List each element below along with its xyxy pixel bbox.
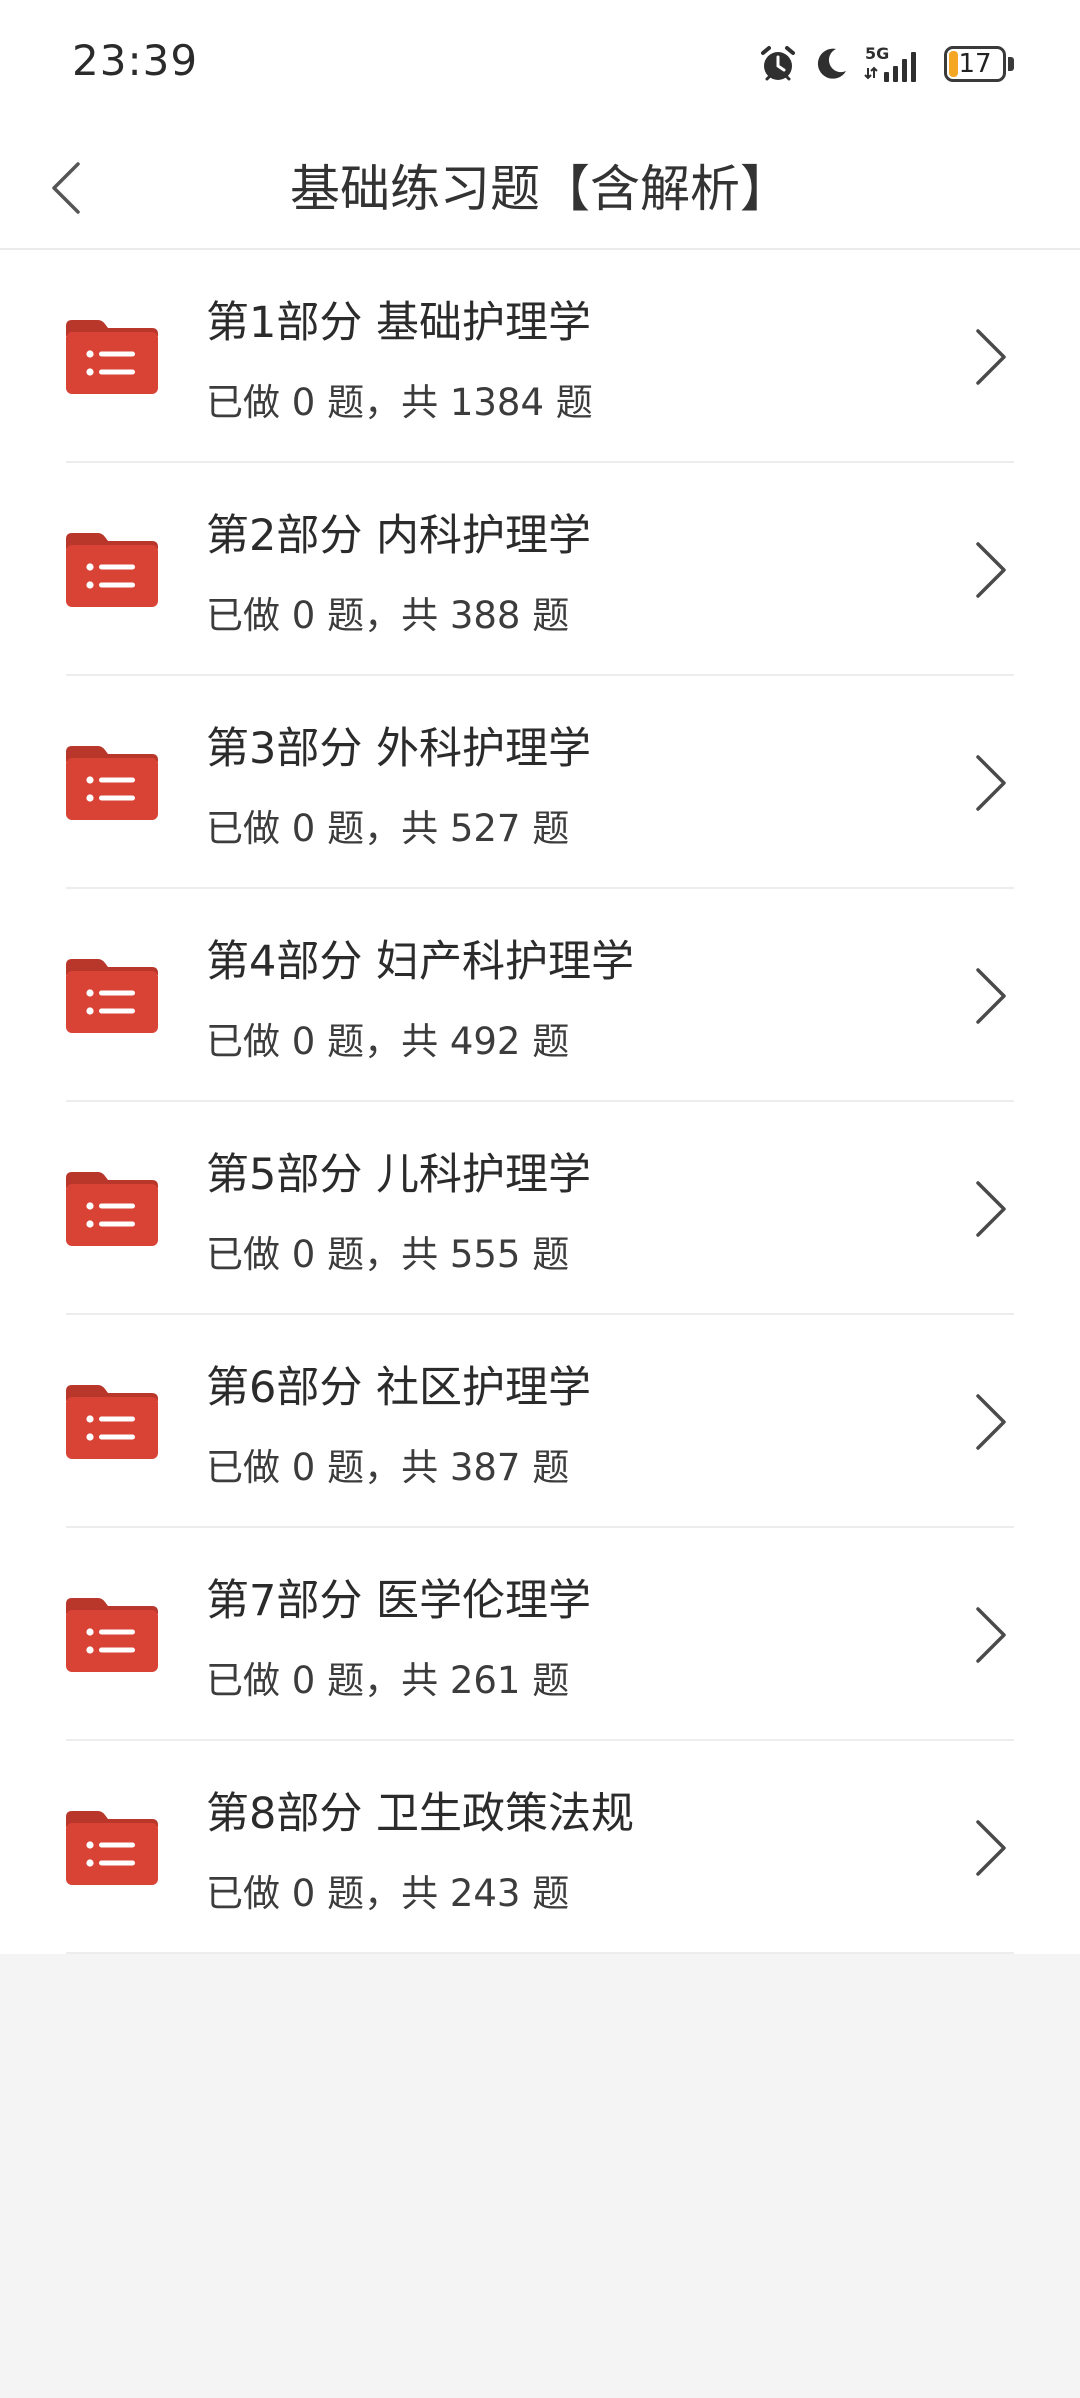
folder-list-icon (66, 1385, 158, 1459)
section-title: 第1部分 基础护理学 (206, 298, 592, 348)
section-progress: 已做 0 题，共 555 题 (206, 1233, 570, 1276)
section-list: 第1部分 基础护理学 已做 0 题，共 1384 题 第2部分 内科护理学 已做… (0, 250, 1080, 1954)
chevron-right-icon (976, 1181, 1006, 1237)
folder-list-icon (66, 533, 158, 607)
section-list-item[interactable]: 第8部分 卫生政策法规 已做 0 题，共 243 题 (0, 1741, 1080, 1954)
chevron-right-icon (976, 1820, 1006, 1876)
section-list-item[interactable]: 第1部分 基础护理学 已做 0 题，共 1384 题 (0, 250, 1080, 463)
section-progress: 已做 0 题，共 492 题 (206, 1020, 570, 1063)
alarm-icon (761, 46, 795, 81)
section-progress: 已做 0 题，共 1384 题 (206, 381, 593, 424)
section-title: 第2部分 内科护理学 (206, 511, 592, 561)
chevron-left-icon (52, 162, 80, 214)
section-progress: 已做 0 题，共 243 题 (206, 1872, 570, 1915)
chevron-right-icon (976, 329, 1006, 385)
battery-tip (1008, 57, 1014, 71)
section-progress: 已做 0 题，共 387 题 (206, 1446, 570, 1489)
folder-list-icon (66, 746, 158, 820)
divider (66, 1952, 1014, 1954)
folder-list-icon (66, 1598, 158, 1672)
back-button[interactable] (30, 148, 102, 228)
5g-signal-icon: 5G (864, 44, 916, 82)
section-list-item[interactable]: 第4部分 妇产科护理学 已做 0 题，共 492 题 (0, 889, 1080, 1102)
section-list-item[interactable]: 第3部分 外科护理学 已做 0 题，共 527 题 (0, 676, 1080, 889)
section-list-item[interactable]: 第7部分 医学伦理学 已做 0 题，共 261 题 (0, 1528, 1080, 1741)
page-title: 基础练习题【含解析】 (290, 160, 790, 218)
network-label: 5G (865, 44, 889, 63)
section-title: 第3部分 外科护理学 (206, 724, 592, 774)
section-list-item[interactable]: 第6部分 社区护理学 已做 0 题，共 387 题 (0, 1315, 1080, 1528)
chevron-right-icon (976, 755, 1006, 811)
section-title: 第7部分 医学伦理学 (206, 1576, 592, 1626)
status-icons: 5G 17 (758, 42, 1014, 86)
chevron-right-icon (976, 1394, 1006, 1450)
section-title: 第5部分 儿科护理学 (206, 1150, 592, 1200)
section-list-item[interactable]: 第5部分 儿科护理学 已做 0 题，共 555 题 (0, 1102, 1080, 1315)
section-progress: 已做 0 题，共 527 题 (206, 807, 570, 850)
section-title: 第6部分 社区护理学 (206, 1363, 592, 1413)
chevron-right-icon (976, 1607, 1006, 1663)
nav-bar: 基础练习题【含解析】 (0, 130, 1080, 250)
section-progress: 已做 0 题，共 261 题 (206, 1659, 570, 1702)
section-progress: 已做 0 题，共 388 题 (206, 594, 570, 637)
chevron-right-icon (976, 542, 1006, 598)
moon-icon (817, 48, 846, 79)
folder-list-icon (66, 1172, 158, 1246)
status-bar: 23:39 5G 17 (0, 0, 1080, 130)
folder-list-icon (66, 320, 158, 394)
battery-level: 17 (958, 49, 992, 79)
status-time: 23:39 (72, 36, 199, 85)
folder-list-icon (66, 959, 158, 1033)
section-list-item[interactable]: 第2部分 内科护理学 已做 0 题，共 388 题 (0, 463, 1080, 676)
chevron-right-icon (976, 968, 1006, 1024)
folder-list-icon (66, 1811, 158, 1885)
section-title: 第4部分 妇产科护理学 (206, 937, 635, 987)
battery-icon: 17 (944, 46, 1014, 82)
section-title: 第8部分 卫生政策法规 (206, 1789, 635, 1839)
